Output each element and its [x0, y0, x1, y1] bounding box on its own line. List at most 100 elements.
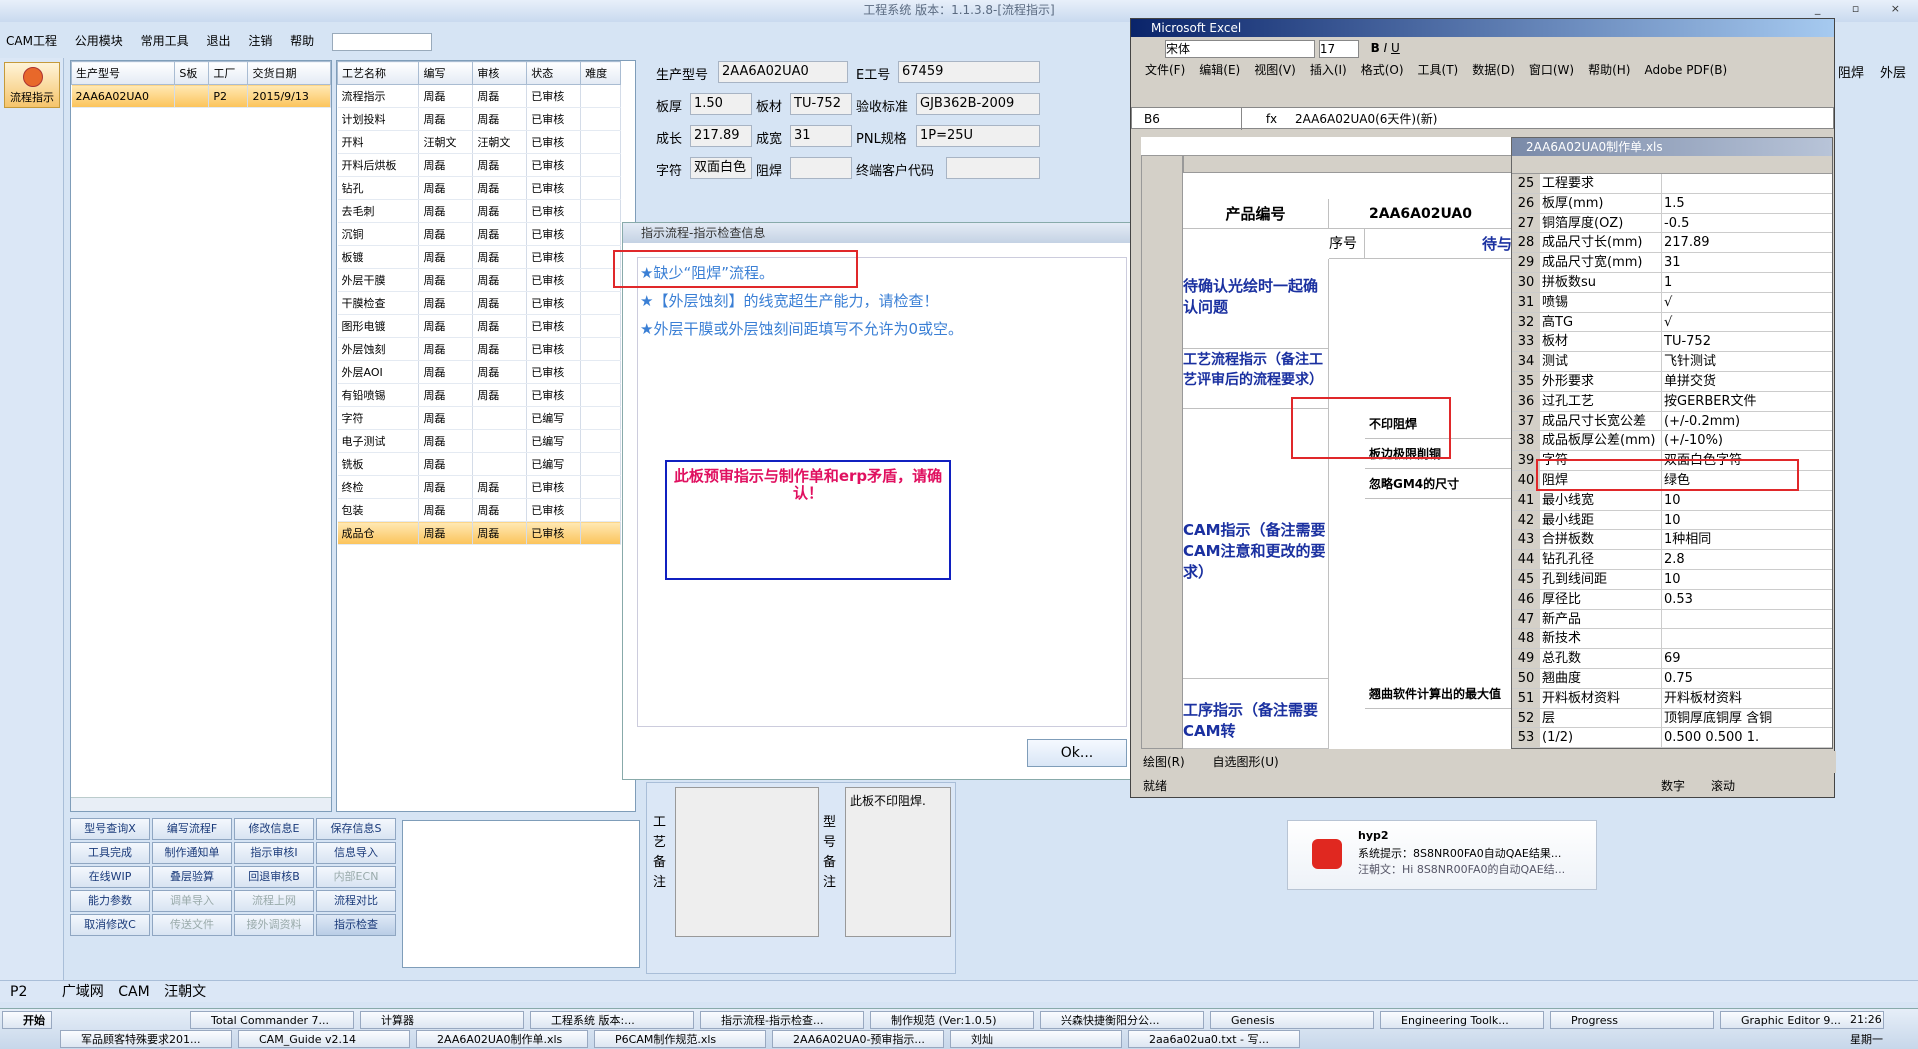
- table-row[interactable]: 2AA6A02UA0 P2 2015/9/13: [71, 84, 331, 108]
- sheet-row[interactable]: 29 成品尺寸宽(mm) 31: [1512, 253, 1832, 273]
- table-row[interactable]: 沉铜 周磊 周磊 已审核: [337, 222, 621, 246]
- table-row[interactable]: 终检 周磊 周磊 已审核: [337, 475, 621, 499]
- sheet-row[interactable]: 54层压叠层结构层压叠层结构: [1512, 748, 1832, 749]
- table-row[interactable]: 流程指示 周磊 周磊 已审核: [337, 84, 621, 108]
- taskbar-item[interactable]: 兴森快捷衡阳分公...: [1040, 1011, 1204, 1029]
- sheet-row[interactable]: 31 喷锡 √: [1512, 292, 1832, 313]
- action-button[interactable]: 指示检查: [316, 914, 396, 936]
- menu-help[interactable]: 帮助: [290, 34, 314, 48]
- field-mask[interactable]: [790, 157, 852, 179]
- sheet-row[interactable]: 42 最小线距 10: [1512, 510, 1832, 531]
- table-row[interactable]: 有铅喷锡 周磊 周磊 已审核: [337, 383, 621, 407]
- cell-item-3[interactable]: 忽略GM4的尺寸: [1365, 469, 1513, 499]
- action-button[interactable]: 调单导入: [152, 890, 232, 912]
- table-row[interactable]: 计划投料 周磊 周磊 已审核: [337, 107, 621, 131]
- col-author[interactable]: 编写: [418, 61, 474, 85]
- italic-button[interactable]: I: [1384, 41, 1388, 55]
- table-row[interactable]: 板镀 周磊 周磊 已审核: [337, 245, 621, 269]
- action-button[interactable]: 取消修改C: [70, 914, 150, 936]
- action-button[interactable]: 修改信息E: [234, 818, 314, 840]
- table-row[interactable]: 干膜检查 周磊 周磊 已审核: [337, 291, 621, 315]
- field-pnl[interactable]: 1P=25U: [916, 125, 1040, 147]
- sheet-row[interactable]: 52 层顶铜厚底铜厚 含铜: [1512, 708, 1832, 729]
- model-remarks-field[interactable]: 此板不印阻焊.: [845, 787, 951, 937]
- sheet-row[interactable]: 26 板厚(mm) 1.5: [1512, 193, 1832, 214]
- taskbar-item[interactable]: 2AA6A02UA0制作单.xls: [416, 1030, 588, 1048]
- action-button[interactable]: 传送文件: [152, 914, 232, 936]
- field-length[interactable]: 217.89: [690, 125, 752, 147]
- sheet-row[interactable]: 37 成品尺寸长宽公差 (+/-0.2mm): [1512, 411, 1832, 432]
- action-button[interactable]: 叠层验算: [152, 866, 232, 888]
- sheet-row[interactable]: 51 开料板材资料 开料板材资料: [1512, 688, 1832, 709]
- action-button[interactable]: 回退审核B: [234, 866, 314, 888]
- sheet-row[interactable]: 32 高TG √: [1512, 312, 1832, 333]
- excel-menu-item[interactable]: 数据(D): [1472, 63, 1515, 77]
- table-row[interactable]: 外层干膜 周磊 周磊 已审核: [337, 268, 621, 292]
- field-thickness[interactable]: 1.50: [690, 93, 752, 115]
- table-row[interactable]: 图形电镀 周磊 周磊 已审核: [337, 314, 621, 338]
- action-button[interactable]: 型号查询X: [70, 818, 150, 840]
- cell-item-4[interactable]: 翘曲软件计算出的最大值: [1365, 679, 1513, 709]
- action-button[interactable]: 信息导入: [316, 842, 396, 864]
- excel-menu-item[interactable]: 视图(V): [1254, 63, 1296, 77]
- cell-pending-header[interactable]: 待与: [1365, 229, 1513, 259]
- field-width[interactable]: 31: [790, 125, 852, 147]
- taskbar-item[interactable]: Genesis: [1210, 1011, 1374, 1029]
- menu-dropdown[interactable]: [332, 32, 432, 51]
- action-button[interactable]: 指示审核I: [234, 842, 314, 864]
- menu-logout[interactable]: 注销: [248, 34, 272, 48]
- draw-menu[interactable]: 绘图(R): [1143, 755, 1185, 769]
- sheet-row[interactable]: 36 过孔工艺 按GERBER文件: [1512, 391, 1832, 412]
- table-row[interactable]: 包装 周磊 周磊 已审核: [337, 498, 621, 522]
- field-eno[interactable]: 67459: [898, 61, 1040, 83]
- right-tab-mask[interactable]: 阻焊: [1838, 62, 1864, 81]
- sheet-row[interactable]: 45 孔到线间距 10: [1512, 569, 1832, 590]
- excel-menu-item[interactable]: 文件(F): [1145, 63, 1185, 77]
- table-row[interactable]: 电子测试 周磊 已编写: [337, 429, 621, 453]
- action-button[interactable]: 内部ECN: [316, 866, 396, 888]
- sheet-row[interactable]: 33 板材 TU-752: [1512, 332, 1832, 353]
- table-row[interactable]: 字符 周磊 已编写: [337, 406, 621, 430]
- field-character[interactable]: 双面白色: [690, 157, 752, 179]
- sheet-row[interactable]: 49 总孔数 69: [1512, 649, 1832, 669]
- cell-confirm-issues[interactable]: 待确认光绘时一起确认问题: [1183, 259, 1329, 349]
- taskbar-item[interactable]: P6CAM制作规范.xls: [594, 1030, 766, 1048]
- taskbar-item[interactable]: 刘灿: [950, 1030, 1122, 1048]
- sheet-row[interactable]: 46 厚径比 0.53: [1512, 589, 1832, 610]
- cell-product-label[interactable]: 产品编号: [1183, 199, 1329, 229]
- table-row[interactable]: 钻孔 周磊 周磊 已审核: [337, 176, 621, 200]
- menu-public[interactable]: 公用模块: [75, 34, 123, 48]
- sheet-row[interactable]: 27 铜箔厚度(OZ) -0.5: [1512, 213, 1832, 234]
- excel-menu-item[interactable]: 插入(I): [1310, 63, 1347, 77]
- action-button[interactable]: 流程对比: [316, 890, 396, 912]
- col-delivery[interactable]: 交货日期: [247, 61, 331, 85]
- sheet-row[interactable]: 38 成品板厚公差(mm) (+/-10%): [1512, 431, 1832, 452]
- autoshape-menu[interactable]: 自选图形(U): [1213, 755, 1279, 769]
- table-row[interactable]: 去毛刺 周磊 周磊 已审核: [337, 199, 621, 223]
- sheet-row[interactable]: 43 合拼板数 1种相同: [1512, 530, 1832, 551]
- sheet-row[interactable]: 35 外形要求 单拼交货: [1512, 371, 1832, 392]
- action-button[interactable]: 接外调资料: [234, 914, 314, 936]
- status-factory[interactable]: P2: [10, 984, 27, 1000]
- action-button[interactable]: 制作通知单: [152, 842, 232, 864]
- flow-indicator-button[interactable]: 流程指示: [4, 62, 60, 108]
- start-button[interactable]: 开始: [2, 1011, 52, 1029]
- cell-product-no[interactable]: 2AA6A02UA0: [1329, 199, 1513, 229]
- sheet-row[interactable]: 47 新产品: [1512, 609, 1832, 630]
- sheet-row[interactable]: 41 最小线宽 10: [1512, 490, 1832, 511]
- table-row[interactable]: 外层蚀刻 周磊 周磊 已审核: [337, 337, 621, 361]
- action-button[interactable]: 流程上网: [234, 890, 314, 912]
- col-factory[interactable]: 工厂: [208, 61, 249, 85]
- taskbar-item[interactable]: 2AA6A02UA0-预审指示...: [772, 1030, 944, 1048]
- sheet-row[interactable]: 53 (1/2) 0.500 0.500 1.: [1512, 728, 1832, 748]
- notification-popup[interactable]: hyp2 系统提示：8S8NR00FA0自动QAE结果... 汪朝文：Hi 8S…: [1287, 820, 1597, 890]
- taskbar-item[interactable]: Total Commander 7...: [190, 1011, 354, 1029]
- menu-tools[interactable]: 常用工具: [141, 34, 189, 48]
- field-model[interactable]: 2AA6A02UA0: [718, 61, 848, 83]
- action-button[interactable]: 编写流程F: [152, 818, 232, 840]
- action-button[interactable]: 在线WIP: [70, 866, 150, 888]
- excel-menu-item[interactable]: Adobe PDF(B): [1644, 63, 1727, 77]
- taskbar-item[interactable]: 制作规范 (Ver:1.0.5): [870, 1011, 1034, 1029]
- taskbar-item[interactable]: 军品顾客特殊要求201...: [60, 1030, 232, 1048]
- action-button[interactable]: 工具完成: [70, 842, 150, 864]
